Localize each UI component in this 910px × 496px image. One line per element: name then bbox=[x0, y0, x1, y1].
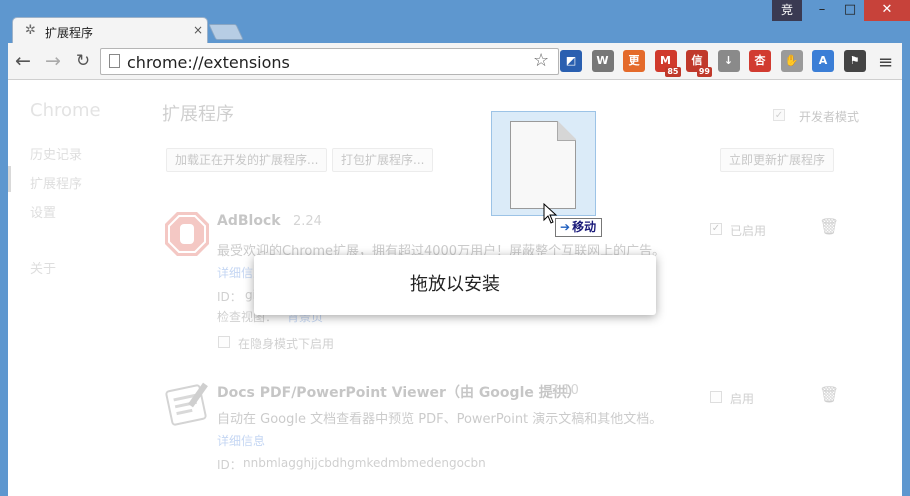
enabled-checkbox[interactable]: ✓ bbox=[710, 223, 722, 235]
extension-description: 自动在 Google 文档查看器中预览 PDF、PowerPoint 演示文稿和… bbox=[217, 412, 663, 427]
developer-mode-label: 开发者模式 bbox=[799, 110, 860, 124]
dragged-file-icon bbox=[491, 111, 596, 216]
docs-viewer-logo-icon bbox=[165, 382, 208, 426]
trash-icon[interactable]: 🗑 bbox=[819, 385, 839, 404]
extension-version: 3.10 bbox=[550, 383, 579, 398]
sidebar-item-extensions[interactable]: 扩展程序 bbox=[30, 173, 82, 192]
page-icon bbox=[109, 54, 120, 68]
extension-id-label: ID： bbox=[217, 290, 242, 304]
adblock-icon[interactable]: ✋ bbox=[780, 50, 803, 72]
tab-extensions[interactable]: ✲ 扩展程序 × bbox=[12, 17, 208, 44]
extension-id-label: ID： bbox=[217, 458, 242, 472]
developer-mode-checkbox[interactable]: ✓ bbox=[773, 109, 785, 121]
tab-close-icon[interactable]: × bbox=[193, 23, 203, 37]
new-tab-button[interactable] bbox=[208, 24, 244, 40]
extension-name: AdBlock bbox=[217, 213, 281, 229]
reload-button[interactable]: ↻ bbox=[72, 50, 94, 72]
profile-badge[interactable]: 竞 bbox=[772, 0, 802, 21]
wikipedia-icon[interactable]: W bbox=[591, 50, 614, 72]
maximize-button[interactable]: □ bbox=[836, 0, 864, 21]
ext-3-icon[interactable]: 更 bbox=[623, 50, 645, 72]
extension-id: nnbmlagghjjcbdhgmkedmbmedengocbn bbox=[243, 456, 486, 470]
adblock-logo-icon bbox=[165, 212, 209, 256]
sidebar-item-history[interactable]: 历史记录 bbox=[30, 144, 82, 163]
enabled-checkbox[interactable] bbox=[710, 391, 722, 403]
gmail-icon[interactable]: M 85 bbox=[654, 50, 681, 77]
sidebar-title: Chrome bbox=[30, 100, 101, 121]
load-unpacked-button[interactable]: 加载正在开发的扩展程序... bbox=[166, 148, 328, 172]
move-arrow-icon: ➔ bbox=[560, 220, 571, 234]
download-icon[interactable]: ↓ bbox=[717, 50, 740, 72]
address-bar[interactable]: chrome://extensions ☆ bbox=[100, 48, 559, 75]
browser-window: 竞 – □ ✕ ✲ 扩展程序 × ← → ↻ chrome://extensio… bbox=[0, 0, 910, 496]
ext-7-icon[interactable]: 杏 bbox=[749, 50, 771, 72]
enabled-label: 已启用 bbox=[730, 224, 767, 238]
ext-1-icon[interactable]: ◩ bbox=[560, 50, 582, 72]
incognito-label: 在隐身模式下启用 bbox=[238, 337, 335, 351]
badge-count: 85 bbox=[665, 67, 681, 77]
drop-to-install-panel[interactable]: 拖放以安装 bbox=[254, 255, 656, 315]
incognito-checkbox[interactable] bbox=[218, 336, 230, 348]
minimize-button[interactable]: – bbox=[808, 0, 836, 21]
sidebar-item-about[interactable]: 关于 bbox=[30, 258, 56, 277]
move-label: 移动 bbox=[572, 220, 597, 234]
trash-icon[interactable]: 🗑 bbox=[819, 217, 839, 236]
sidebar-item-settings[interactable]: 设置 bbox=[30, 202, 56, 221]
extension-version: 2.24 bbox=[293, 214, 322, 229]
translate-icon[interactable]: A bbox=[812, 50, 834, 72]
bookmark-star-icon[interactable]: ☆ bbox=[533, 50, 549, 71]
enabled-label: 启用 bbox=[730, 392, 755, 406]
forward-button[interactable]: → bbox=[42, 50, 64, 72]
chrome-menu-button[interactable]: ≡ bbox=[878, 52, 893, 73]
update-extensions-button[interactable]: 立即更新扩展程序 bbox=[720, 148, 835, 172]
ext-5-icon[interactable]: 信 99 bbox=[686, 50, 712, 77]
toolbar: ← → ↻ chrome://extensions ☆ ◩ W 更 M 85 信 99 ↓ 杏 ✋… bbox=[8, 43, 902, 80]
page-title: 扩展程序 bbox=[162, 104, 234, 125]
extension-name: Docs PDF/PowerPoint Viewer（由 Google 提供） bbox=[217, 385, 581, 401]
tab-title: 扩展程序 bbox=[45, 26, 94, 40]
close-window-button[interactable]: ✕ bbox=[864, 0, 910, 21]
badge-count: 99 bbox=[696, 67, 712, 77]
pack-extension-button[interactable]: 打包扩展程序... bbox=[332, 148, 434, 172]
back-button[interactable]: ← bbox=[12, 50, 34, 72]
flag-icon[interactable]: ⚑ bbox=[843, 50, 866, 72]
sidebar-active-indicator bbox=[8, 166, 11, 192]
extension-details-link[interactable]: 详细信息 bbox=[217, 432, 265, 449]
file-fold-icon bbox=[557, 121, 576, 141]
move-tooltip: ➔ 移动 bbox=[555, 218, 603, 237]
puzzle-icon: ✲ bbox=[25, 23, 36, 38]
url-text[interactable]: chrome://extensions bbox=[127, 53, 290, 72]
